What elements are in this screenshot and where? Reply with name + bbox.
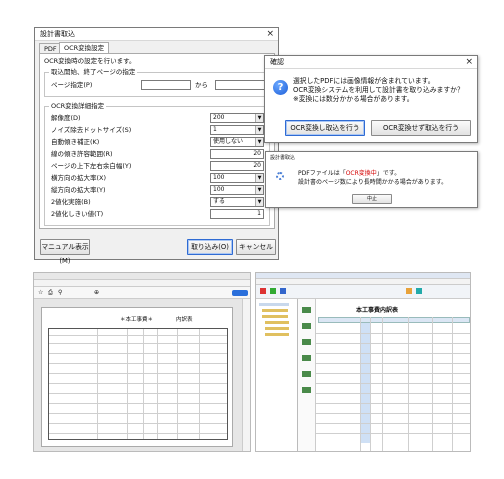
chevron-down-icon[interactable]: ▼ [255, 126, 263, 134]
confirm-message-line3: ※変換には数分かかる場合があります。 [293, 95, 414, 103]
progress-line1-suffix: 」です。 [376, 170, 401, 177]
share-button[interactable] [232, 290, 248, 296]
threshold-input[interactable]: 1 [210, 209, 264, 219]
chevron-down-icon[interactable]: ▼ [255, 138, 263, 146]
confirm-dialog-titlebar: 確認 × [265, 56, 477, 69]
margin-width-input[interactable]: 20 [210, 161, 264, 171]
toolbar-icon-teal[interactable] [416, 288, 422, 294]
zoom-icon[interactable]: ⊕ [94, 289, 99, 296]
ocr-detail-group-label: OCR変換詳細指定 [49, 102, 107, 110]
ocr-status-text: OCR変換中 [345, 170, 377, 177]
noise-dot-label: ノイズ除去ドットサイズ(S) [51, 126, 132, 134]
deskew-value: 使用しない [213, 138, 244, 145]
pdf-scrollbar[interactable] [242, 299, 250, 451]
manual-button[interactable]: マニュアル表示(M) [40, 239, 90, 265]
abort-button[interactable]: 中止 [352, 194, 392, 204]
scale-y-label: 縦方向の拡大率(Y) [51, 186, 106, 194]
pdf-viewer-titlebar [34, 273, 250, 280]
print-icon[interactable]: ⎙ [48, 289, 53, 297]
cancel-button[interactable]: キャンセル [236, 239, 276, 255]
scale-x-label: 横方向の拡大率(X) [51, 174, 107, 182]
confirm-dialog: 確認 × ? 選択したPDFには画像情報が含まれています。 OCR変換システムを… [264, 55, 478, 143]
estimate-app-window: 本工事費内訳表 [255, 272, 471, 452]
pdf-viewer-window: ☆ ⎙ ⚲ ⊕ ＊本工事費＊ 内訳表 [33, 272, 251, 452]
pdf-table [48, 328, 228, 440]
close-icon[interactable]: × [465, 56, 473, 68]
resolution-value: 200 [213, 114, 225, 121]
close-icon[interactable]: × [266, 28, 274, 40]
progress-message-line2: 設計書のページ数により長時間かかる場合があります。 [298, 179, 448, 186]
loading-spinner-icon [276, 172, 284, 180]
search-icon[interactable]: ⚲ [58, 289, 62, 296]
page-from-input[interactable] [141, 80, 191, 90]
pdf-doc-title: ＊本工事費＊ [120, 317, 154, 323]
grid-header [318, 317, 470, 323]
progress-dialog-title: 設計書取込 [270, 155, 296, 161]
pdf-page-area: ＊本工事費＊ 内訳表 [34, 299, 242, 451]
intro-text: OCR変換時の設定を行います。 [44, 57, 136, 65]
scale-y-select[interactable]: 100 ▼ [210, 185, 264, 195]
noise-dot-select[interactable]: 1 ▼ [210, 125, 264, 135]
icon-column [298, 299, 316, 451]
page-range-group-label: 取込開始、終了ページの指定 [49, 68, 138, 76]
scale-y-value: 100 [213, 186, 225, 193]
pdf-viewer-menubar [34, 280, 250, 287]
estimate-grid: 本工事費内訳表 [316, 299, 470, 451]
progress-dialog: 設計書取込 PDFファイルは「OCR変換中」です。 設計書のページ数により長時間… [265, 151, 478, 208]
progress-message-line1: PDFファイルは「OCR変換中」です。 [298, 169, 400, 178]
progress-line1-prefix: PDFファイルは「 [298, 170, 346, 177]
toolbar-icon-orange[interactable] [406, 288, 412, 294]
toolbar-icon-red[interactable] [260, 288, 266, 294]
estimate-app-toolbar [256, 285, 470, 299]
page-range-label: ページ指定(P) [51, 81, 93, 89]
resolution-select[interactable]: 200 ▼ [210, 113, 264, 123]
scale-x-value: 100 [213, 174, 225, 181]
line-tilt-label: 線の傾き許容範囲(R) [51, 150, 113, 158]
ocr-import-button[interactable]: OCR変換し取込を行う [285, 120, 365, 136]
import-dialog-title: 設計書取込 [40, 30, 75, 38]
deskew-select[interactable]: 使用しない ▼ [210, 137, 264, 147]
line-tilt-input[interactable]: 20 [210, 149, 264, 159]
page-to-label: から [195, 81, 208, 89]
binarize-label: 2値化実施(B) [51, 198, 91, 206]
scale-x-select[interactable]: 100 ▼ [210, 173, 264, 183]
chevron-down-icon[interactable]: ▼ [255, 114, 263, 122]
pdf-doc-subtitle: 内訳表 [176, 317, 193, 323]
page-range-group: 取込開始、終了ページの指定 ページ指定(P) から [44, 68, 270, 97]
confirm-dialog-title: 確認 [270, 58, 284, 66]
chevron-down-icon[interactable]: ▼ [255, 186, 263, 194]
chevron-down-icon[interactable]: ▼ [255, 198, 263, 206]
question-icon: ? [273, 80, 288, 95]
ocr-detail-group: OCR変換詳細指定 解像度(D) 200 ▼ ノイズ除去ドットサイズ(S) 1 ▼ … [44, 102, 270, 226]
chevron-down-icon[interactable]: ▼ [255, 174, 263, 182]
deskew-label: 自動傾き補正(K) [51, 138, 100, 146]
page-to-input[interactable] [215, 80, 265, 90]
ocr-settings-panel: OCR変換時の設定を行います。 取込開始、終了ページの指定 ページ指定(P) か… [39, 53, 275, 229]
estimate-panel-title: 本工事費内訳表 [356, 307, 399, 314]
resolution-label: 解像度(D) [51, 114, 81, 122]
binarize-select[interactable]: する ▼ [210, 197, 264, 207]
margin-width-label: ページの上下左右余白幅(Y) [51, 162, 132, 170]
noise-dot-value: 1 [213, 126, 217, 133]
toolbar-icon-blue[interactable] [280, 288, 286, 294]
threshold-label: 2値化しきい値(T) [51, 210, 104, 218]
pdf-document-page: ＊本工事費＊ 内訳表 [41, 307, 233, 447]
confirm-message-line1: 選択したPDFには画像情報が含まれています。 [293, 77, 435, 85]
tree-panel [256, 299, 298, 451]
pdf-viewer-toolbar: ☆ ⎙ ⚲ ⊕ [34, 287, 250, 299]
import-button[interactable]: 取り込み(O) [187, 239, 233, 255]
confirm-message-line2: OCR変換システムを利用して設計書を取り込みますか？ [293, 86, 464, 94]
import-dialog-titlebar: 設計書取込 × [35, 28, 278, 41]
import-dialog: 設計書取込 × PDF OCR変換設定 OCR変換時の設定を行います。 取込開始… [34, 27, 279, 265]
binarize-value: する [213, 198, 226, 205]
toolbar-icon-green[interactable] [270, 288, 276, 294]
bookmark-icon[interactable]: ☆ [38, 289, 43, 296]
no-ocr-import-button[interactable]: OCR変換せず取込を行う [371, 120, 471, 136]
